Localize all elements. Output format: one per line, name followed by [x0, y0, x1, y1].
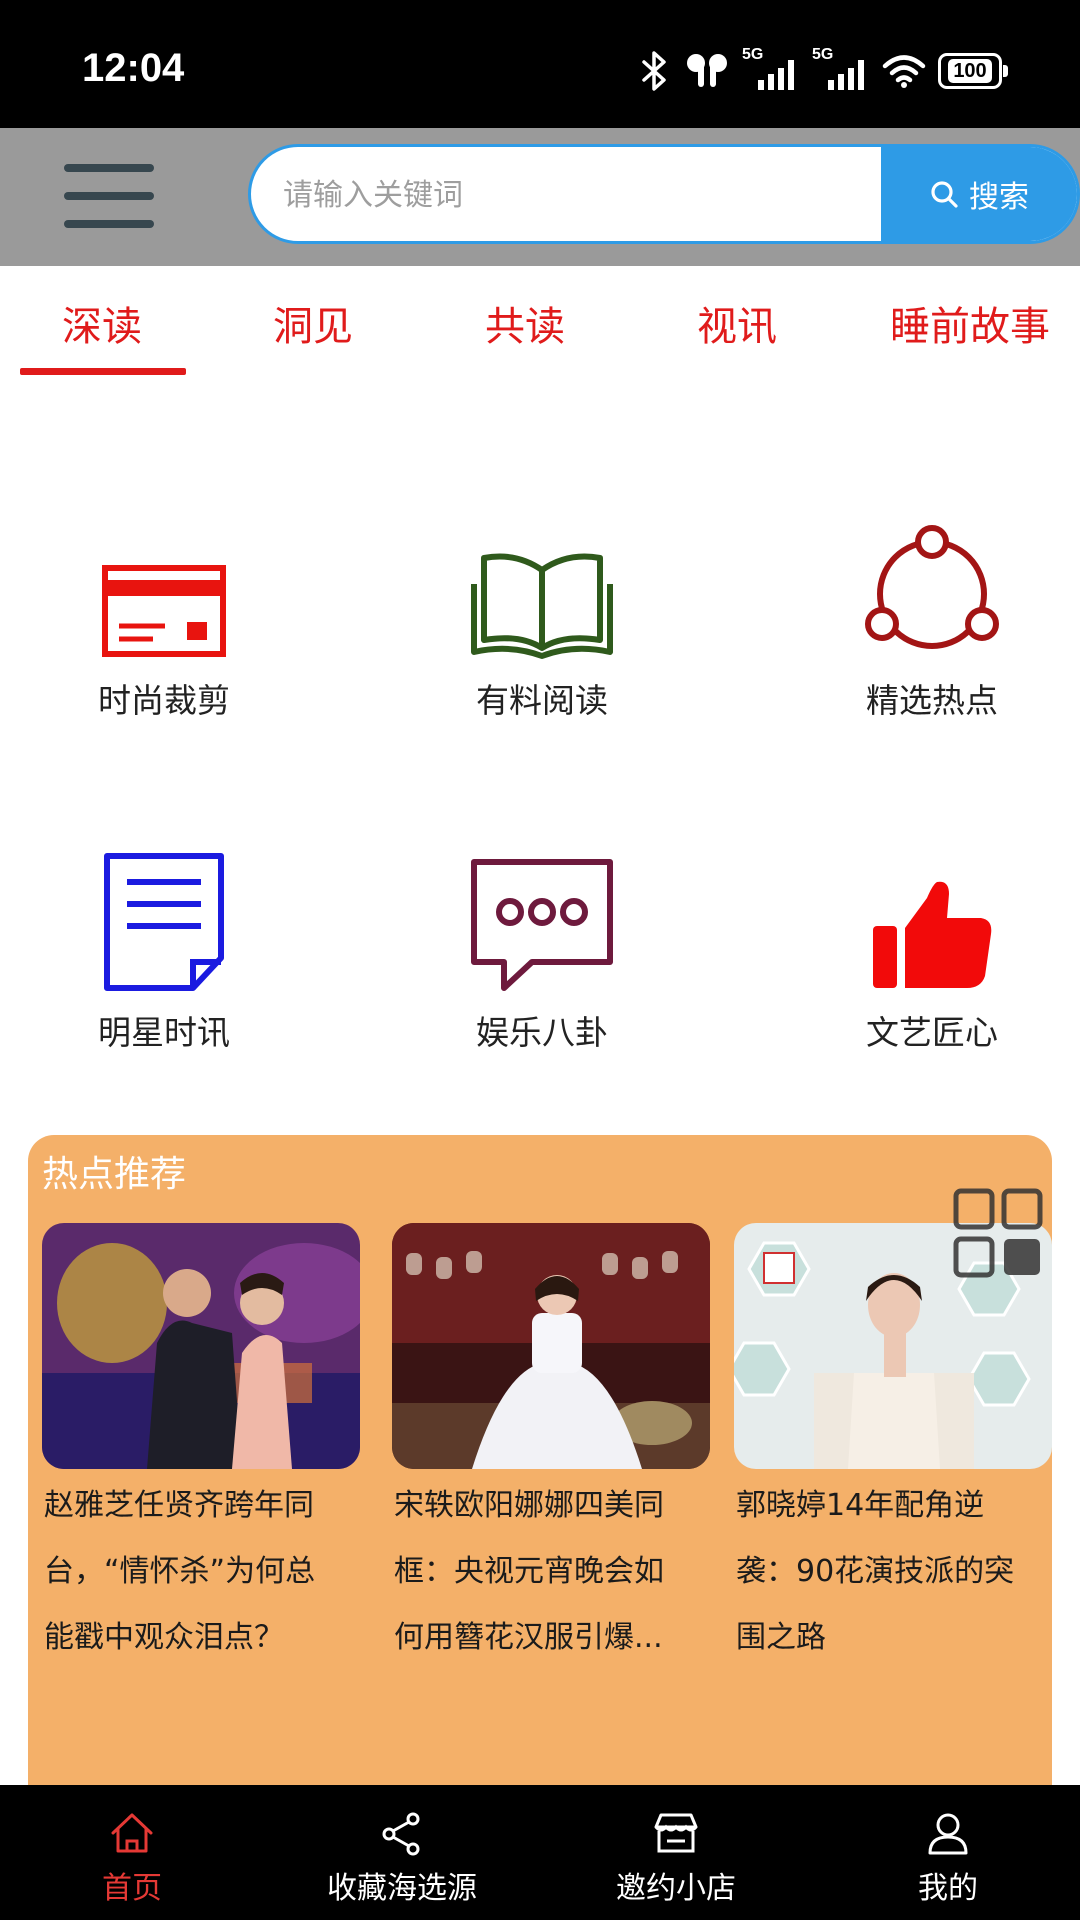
- document-icon: [104, 853, 224, 991]
- hot-card-caption: 赵雅芝任贤齐跨年同 台，“情怀杀”为何总 能戳中观众泪点？: [42, 1473, 360, 1671]
- nav-label: 邀约小店: [616, 1871, 736, 1906]
- category-tabs: 深读 洞见 共读 视讯 睡前故事: [0, 266, 1080, 378]
- hot-card-caption: 宋轶欧阳娜娜四美同 框：央视元宵晚会如 何用簪花汉服引爆...: [392, 1473, 710, 1671]
- battery-icon: 100: [938, 53, 1008, 89]
- open-book-icon: [471, 553, 613, 659]
- search-button[interactable]: 搜索: [881, 147, 1077, 241]
- battery-level: 100: [948, 59, 992, 83]
- tab-bedtime-story[interactable]: 睡前故事: [890, 294, 1050, 352]
- category-celebrity-news[interactable]: 明星时讯: [44, 852, 284, 1054]
- chat-bubble-icon: [471, 859, 613, 991]
- menu-icon-line: [64, 192, 154, 200]
- nav-favorites-source[interactable]: 收藏海选源: [282, 1785, 522, 1920]
- caption-line: 台，“情怀杀”为何总: [44, 1554, 316, 1589]
- tab-co-read[interactable]: 共读: [485, 294, 565, 352]
- hot-recommendations-panel: 热点推荐 赵雅芝任贤齐跨年同 台，“情怀杀”为何总 能戳中观众泪点？ 宋轶欧阳娜…: [28, 1135, 1052, 1785]
- menu-icon-line: [64, 220, 154, 228]
- tab-video-news[interactable]: 视讯: [697, 294, 777, 352]
- home-icon: [111, 1813, 153, 1853]
- hot-card[interactable]: 赵雅芝任贤齐跨年同 台，“情怀杀”为何总 能戳中观众泪点？: [42, 1223, 360, 1671]
- hot-card-image: [42, 1223, 360, 1469]
- signal-icon: 5G: [812, 46, 870, 94]
- category-label: 时尚裁剪: [98, 681, 230, 720]
- category-label: 娱乐八卦: [476, 1013, 608, 1052]
- search-box: 搜索: [248, 144, 1080, 244]
- caption-line: 郭晓婷14年配角逆: [736, 1488, 985, 1523]
- grid-view-icon[interactable]: [950, 1185, 1046, 1281]
- caption-line: 框：央视元宵晚会如: [394, 1554, 664, 1589]
- search-bar: 搜索: [0, 128, 1080, 266]
- caption-line: 能戳中观众泪点？: [44, 1620, 284, 1655]
- caption-line: 宋轶欧阳娜娜四美同: [394, 1488, 664, 1523]
- category-craftsmanship[interactable]: 文艺匠心: [812, 852, 1052, 1054]
- category-gossip[interactable]: 娱乐八卦: [422, 852, 662, 1054]
- status-time: 12:04: [82, 46, 185, 90]
- card-icon: [102, 565, 226, 657]
- nav-home[interactable]: 首页: [12, 1785, 252, 1920]
- nav-label: 我的: [918, 1871, 978, 1906]
- caption-line: 赵雅芝任贤齐跨年同: [44, 1488, 314, 1523]
- status-bar: 12:04 5G 5G 100: [0, 0, 1080, 128]
- category-reading[interactable]: 有料阅读: [422, 520, 662, 722]
- caption-line: 围之路: [736, 1620, 826, 1655]
- hot-card-caption: 郭晓婷14年配角逆 袭：90花演技派的突 围之路: [734, 1473, 1052, 1671]
- search-input[interactable]: [281, 147, 885, 241]
- bottom-navigation: 首页 收藏海选源 邀约小店 我的: [0, 1785, 1080, 1920]
- caption-line: 袭：90花演技派的突: [736, 1554, 1015, 1589]
- hot-card-image: [392, 1223, 710, 1469]
- tab-deep-read[interactable]: 深读: [62, 294, 142, 352]
- hot-card[interactable]: 郭晓婷14年配角逆 袭：90花演技派的突 围之路: [734, 1223, 1052, 1671]
- share-nodes-icon: [865, 525, 999, 649]
- search-icon: [931, 181, 958, 208]
- nav-invite-shop[interactable]: 邀约小店: [556, 1785, 796, 1920]
- category-label: 文艺匠心: [866, 1013, 998, 1052]
- share-icon: [382, 1812, 420, 1856]
- caption-line: 何用簪花汉服引爆...: [394, 1620, 663, 1655]
- hot-card[interactable]: 宋轶欧阳娜娜四美同 框：央视元宵晚会如 何用簪花汉服引爆...: [392, 1223, 710, 1671]
- hot-recommendations-title: 热点推荐: [42, 1154, 187, 1195]
- category-fashion-tailoring[interactable]: 时尚裁剪: [44, 520, 284, 722]
- thumbs-up-icon: [873, 881, 992, 988]
- menu-button[interactable]: [64, 154, 154, 238]
- category-hot-picks[interactable]: 精选热点: [812, 520, 1052, 722]
- tab-insight[interactable]: 洞见: [273, 294, 353, 352]
- nav-me[interactable]: 我的: [828, 1785, 1068, 1920]
- category-label: 精选热点: [866, 681, 998, 720]
- category-label: 明星时讯: [98, 1013, 230, 1052]
- store-icon: [654, 1813, 698, 1853]
- bluetooth-icon: [642, 51, 666, 91]
- category-label: 有料阅读: [476, 681, 608, 720]
- earbuds-icon: [687, 54, 727, 87]
- search-button-label: 搜索: [969, 180, 1029, 215]
- status-icons: 5G 5G 100: [638, 46, 1008, 94]
- wifi-icon: [882, 55, 926, 88]
- person-icon: [928, 1813, 968, 1855]
- signal-icon: 5G: [742, 46, 800, 94]
- nav-label: 首页: [102, 1871, 162, 1906]
- menu-icon-line: [64, 164, 154, 172]
- active-tab-indicator: [20, 368, 186, 375]
- nav-label: 收藏海选源: [327, 1871, 477, 1906]
